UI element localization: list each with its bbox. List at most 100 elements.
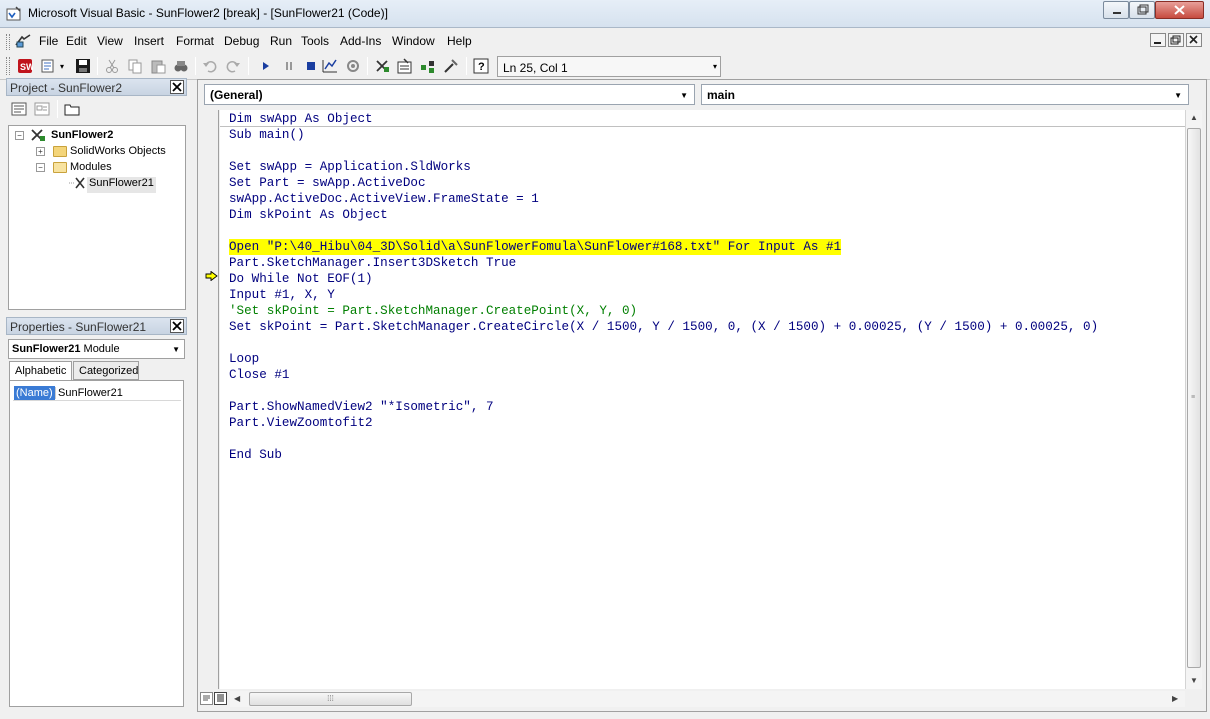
procedure-combo-value: main [707,88,736,102]
design-mode-icon[interactable] [322,58,338,74]
vb-editor-icon[interactable] [14,33,32,49]
property-row[interactable]: (Name) SunFlower21 [13,385,181,401]
mdi-restore-button[interactable] [1168,33,1184,47]
code-line: Dim swApp As Object [229,111,373,127]
tab-categorized[interactable]: Categorized [73,361,139,380]
view-code-icon[interactable] [11,101,27,117]
tree-collapse-toggle[interactable]: − [36,163,45,172]
undo-icon[interactable] [202,58,218,74]
tree-item-project-root[interactable]: SunFlower2 [51,129,113,145]
menu-tools[interactable]: Tools [301,34,329,48]
tree-item-modules[interactable]: Modules [70,161,112,177]
code-line: Do While Not EOF(1) [229,271,373,287]
tree-expand-toggle[interactable]: + [36,147,45,156]
scroll-left-icon[interactable]: ◀ [234,694,240,703]
vertical-scroll-thumb[interactable]: ≡ [1187,128,1201,668]
menu-help[interactable]: Help [447,34,472,48]
chevron-down-icon[interactable]: ▼ [172,345,180,354]
paste-icon[interactable] [150,58,166,74]
toolbox-icon[interactable] [443,58,459,74]
project-explorer-icon[interactable] [374,58,390,74]
properties-object-type: Module [83,343,120,355]
breakpoint-margin[interactable] [198,110,219,689]
full-module-view-button[interactable] [214,692,227,705]
menu-add-ins[interactable]: Add-Ins [340,34,381,48]
vertical-scrollbar[interactable]: ▲ ≡ ▼ [1185,110,1202,689]
restore-button[interactable] [1129,1,1155,19]
full-module-view-icon [217,694,224,702]
menu-edit[interactable]: Edit [66,34,87,48]
close-window-button[interactable] [1155,1,1204,19]
properties-window-icon[interactable] [397,58,413,74]
close-icon [172,82,182,92]
code-keyword: Sub [229,128,252,142]
help-icon[interactable]: ? [473,58,489,74]
tree-collapse-toggle[interactable]: − [15,131,24,140]
project-pane-close-button[interactable] [170,80,184,94]
reset-icon[interactable] [303,58,319,74]
properties-object-select[interactable]: SunFlower21 Module ▼ [8,339,185,359]
view-object-icon[interactable] [34,101,50,117]
toolbar-separator [367,57,368,75]
code-text: skPoint [251,208,320,222]
cursor-position-text: Ln 25, Col 1 [503,61,568,75]
insert-module-icon[interactable] [40,58,56,74]
chevron-down-icon[interactable]: ▾ [60,62,64,71]
menu-grip[interactable] [6,34,10,50]
find-icon[interactable] [173,58,189,74]
menu-run[interactable]: Run [270,34,292,48]
save-icon[interactable] [75,58,91,74]
tab-alphabetic[interactable]: Alphabetic [9,361,72,381]
toolbar-grip[interactable] [6,57,10,75]
properties-pane-close-button[interactable] [170,319,184,333]
code-line: Loop [229,351,259,367]
standard-toolbar: SW ▾ ? Ln 25, Col 1 ▾ [0,53,1210,80]
svg-text:?: ? [478,61,485,73]
procedure-view-button[interactable] [200,692,213,705]
vba-project-icon[interactable] [30,128,46,142]
minimize-button[interactable] [1103,1,1129,19]
toggle-folders-icon[interactable] [64,101,80,117]
code-editor[interactable]: Dim swApp As Object Sub main() Set swApp… [220,110,1185,689]
chevron-down-icon[interactable]: ▼ [680,91,688,100]
chevron-down-icon[interactable]: ▾ [713,62,717,71]
close-icon [1174,5,1185,15]
code-line: Set skPoint = Part.SketchManager.CreateC… [229,319,1098,335]
horizontal-scrollbar[interactable]: ◀ ⁞⁞⁞ ▶ [230,691,1185,707]
project-tree: − SunFlower2 + SolidWorks Objects − Modu… [8,125,186,310]
menu-format[interactable]: Format [176,34,214,48]
menu-view[interactable]: View [97,34,123,48]
horizontal-scroll-thumb[interactable]: ⁞⁞⁞ [249,692,412,706]
toolbar-separator [97,57,98,75]
scroll-right-icon[interactable]: ▶ [1172,694,1178,703]
object-combo[interactable]: (General) ▼ [204,84,695,105]
menu-window[interactable]: Window [392,34,435,48]
procedure-combo[interactable]: main ▼ [701,84,1189,105]
code-window-bottom-bar: ◀ ⁞⁞⁞ ▶ [198,689,1202,709]
copy-icon[interactable] [127,58,143,74]
solidworks-icon[interactable]: SW [17,58,33,74]
object-browser-icon[interactable] [420,58,436,74]
chevron-down-icon[interactable]: ▼ [1174,91,1182,100]
tree-item-module-sunflower21[interactable]: SunFlower21 [87,177,156,193]
menu-debug[interactable]: Debug [224,34,259,48]
scroll-down-icon[interactable]: ▼ [1190,676,1198,685]
menu-file[interactable]: File [39,34,58,48]
code-line: Dim skPoint As Object [229,207,388,223]
userform-icon[interactable] [345,58,361,74]
run-icon[interactable] [258,58,274,74]
mdi-close-button[interactable] [1186,33,1202,47]
folder-open-icon [53,162,67,173]
scroll-up-icon[interactable]: ▲ [1190,113,1198,122]
menu-insert[interactable]: Insert [134,34,164,48]
code-line: Set Part = swApp.ActiveDoc [229,175,426,191]
break-icon[interactable] [281,58,297,74]
redo-icon[interactable] [225,58,241,74]
current-execution-line: Open "P:\40_Hibu\04_3D\Solid\a\SunFlower… [229,239,842,255]
code-keyword: Do While Not [229,272,320,286]
code-keyword: Loop [229,352,260,366]
cut-icon[interactable] [104,58,120,74]
mdi-minimize-button[interactable] [1150,33,1166,47]
property-value[interactable]: SunFlower21 [55,387,123,399]
tree-item-solidworks-objects[interactable]: SolidWorks Objects [70,145,166,161]
